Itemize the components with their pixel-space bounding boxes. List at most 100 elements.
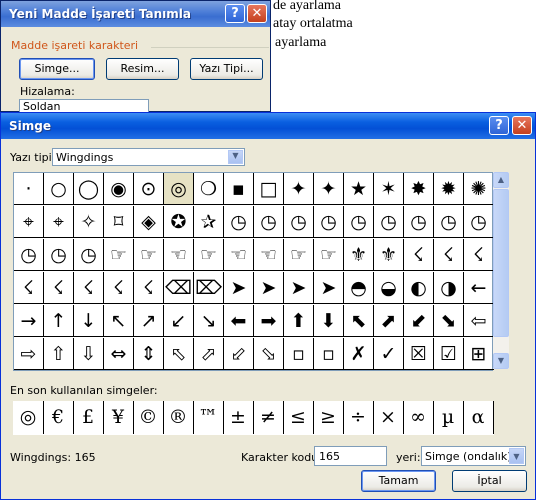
symbol-grid-scrollbar[interactable]: ▲ ▼ bbox=[493, 172, 509, 369]
symbol-cell[interactable]: ➤ bbox=[224, 272, 254, 304]
symbol-cell[interactable]: ✗ bbox=[344, 338, 374, 370]
from-select[interactable]: Simge (ondalık) ▼ bbox=[421, 446, 526, 466]
symbol-cell[interactable]: ✸ bbox=[404, 173, 434, 205]
symbol-cell[interactable]: ◓ bbox=[344, 272, 374, 304]
symbol-cell[interactable]: ◷ bbox=[344, 206, 374, 238]
symbol-cell[interactable]: ← bbox=[464, 272, 494, 304]
symbol-cell[interactable]: ☒ bbox=[404, 338, 434, 370]
close-button[interactable]: ✕ bbox=[247, 4, 267, 23]
symbol-cell[interactable]: ⬊ bbox=[434, 305, 464, 337]
symbol-cell[interactable]: ⬉ bbox=[344, 305, 374, 337]
symbol-cell[interactable]: ◷ bbox=[434, 206, 464, 238]
symbol-cell[interactable]: ↘ bbox=[194, 305, 224, 337]
symbol-cell[interactable]: ☞ bbox=[314, 239, 344, 271]
symbol-cell[interactable]: ☇ bbox=[134, 272, 164, 304]
symbol-cell[interactable]: ◷ bbox=[74, 239, 104, 271]
symbol-cell[interactable]: ○ bbox=[44, 173, 74, 205]
symbol-cell[interactable]: ⬁ bbox=[164, 338, 194, 370]
symbol-cell[interactable]: ◷ bbox=[224, 206, 254, 238]
symbol-cell[interactable]: ◷ bbox=[254, 206, 284, 238]
symbol-cell[interactable]: ◒ bbox=[374, 272, 404, 304]
symbol-cell[interactable]: ⬈ bbox=[374, 305, 404, 337]
symbol-cell[interactable]: ▫ bbox=[314, 338, 344, 370]
symbol-cell[interactable]: ⌑ bbox=[104, 206, 134, 238]
character-code-input[interactable]: 165 bbox=[314, 446, 387, 466]
font-button[interactable]: Yazı Tipi... bbox=[190, 58, 263, 80]
symbol-cell[interactable]: ⊞ bbox=[464, 338, 494, 370]
symbol-cell[interactable]: ⬂ bbox=[254, 338, 284, 370]
symbol-cell[interactable]: ⬋ bbox=[404, 305, 434, 337]
symbol-cell[interactable]: ⇕ bbox=[134, 338, 164, 370]
recent-symbol-cell[interactable]: ¥ bbox=[103, 401, 134, 434]
symbol-cell[interactable]: □ bbox=[254, 173, 284, 205]
recent-symbol-cell[interactable]: ≥ bbox=[313, 401, 344, 434]
symbol-cell[interactable]: ◷ bbox=[464, 206, 494, 238]
recent-symbol-cell[interactable]: α bbox=[463, 401, 494, 434]
symbol-cell[interactable]: ⚜ bbox=[344, 239, 374, 271]
symbol-cell[interactable]: ◷ bbox=[284, 206, 314, 238]
symbol-cell[interactable]: ☜ bbox=[164, 239, 194, 271]
recent-symbol-cell[interactable]: µ bbox=[433, 401, 464, 434]
symbol-cell[interactable]: ↑ bbox=[44, 305, 74, 337]
symbol-cell[interactable]: ◷ bbox=[44, 239, 74, 271]
symbol-cell[interactable]: ☇ bbox=[104, 272, 134, 304]
symbol-cell[interactable]: ☑ bbox=[434, 338, 464, 370]
symbol-cell[interactable]: ⌖ bbox=[14, 206, 44, 238]
symbol-cell[interactable]: ➡ bbox=[254, 305, 284, 337]
symbol-cell[interactable]: ➤ bbox=[254, 272, 284, 304]
symbol-cell[interactable]: ✦ bbox=[314, 173, 344, 205]
symbol-cell[interactable]: ⌫ bbox=[164, 272, 194, 304]
symbol-cell[interactable]: ◷ bbox=[14, 239, 44, 271]
symbol-cell[interactable]: ⇔ bbox=[104, 338, 134, 370]
symbol-cell[interactable]: ◯ bbox=[74, 173, 104, 205]
symbol-cell[interactable]: ▪ bbox=[224, 173, 254, 205]
symbol-cell[interactable]: → bbox=[14, 305, 44, 337]
symbol-cell[interactable]: ☞ bbox=[134, 239, 164, 271]
symbol-cell[interactable]: ⬀ bbox=[194, 338, 224, 370]
symbol-cell[interactable]: ☇ bbox=[44, 272, 74, 304]
recent-symbol-cell[interactable]: × bbox=[373, 401, 404, 434]
symbol-cell[interactable]: ⬅ bbox=[224, 305, 254, 337]
symbol-cell[interactable]: ⬇ bbox=[314, 305, 344, 337]
scrollbar-thumb[interactable] bbox=[493, 189, 509, 337]
symbol-cell[interactable]: ✪ bbox=[164, 206, 194, 238]
help-button[interactable]: ? bbox=[225, 4, 245, 23]
symbol-cell[interactable]: ✶ bbox=[374, 173, 404, 205]
symbol-cell[interactable]: ⬆ bbox=[284, 305, 314, 337]
symbol-cell[interactable]: ⊙ bbox=[134, 173, 164, 205]
symbol-cell[interactable]: ★ bbox=[344, 173, 374, 205]
recent-symbol-cell[interactable]: ± bbox=[223, 401, 254, 434]
symbol-cell[interactable]: ↖ bbox=[104, 305, 134, 337]
symbol-cell[interactable]: ✺ bbox=[464, 173, 494, 205]
symbol-cell[interactable]: ↓ bbox=[74, 305, 104, 337]
symbol-cell[interactable]: ▫ bbox=[284, 338, 314, 370]
symbol-cell[interactable]: ☜ bbox=[224, 239, 254, 271]
symbol-cell[interactable]: ✧ bbox=[74, 206, 104, 238]
symbol-cell[interactable]: ◉ bbox=[104, 173, 134, 205]
symbol-cell[interactable]: ◷ bbox=[314, 206, 344, 238]
picture-button[interactable]: Resim... bbox=[106, 58, 179, 80]
symbol-cell[interactable]: ✹ bbox=[434, 173, 464, 205]
chevron-down-icon[interactable]: ▼ bbox=[228, 150, 243, 164]
symbol-cell[interactable]: ☜ bbox=[254, 239, 284, 271]
symbol-button[interactable]: Simge... bbox=[19, 58, 95, 80]
symbol-cell[interactable]: ⬃ bbox=[224, 338, 254, 370]
symbol-cell[interactable]: ⚜ bbox=[374, 239, 404, 271]
symbol-cell[interactable]: ⇩ bbox=[74, 338, 104, 370]
symbol-cell[interactable]: · bbox=[14, 173, 44, 205]
recent-symbol-cell[interactable]: ∞ bbox=[403, 401, 434, 434]
recent-symbol-cell[interactable]: ÷ bbox=[343, 401, 374, 434]
symbol-cell[interactable]: ◷ bbox=[374, 206, 404, 238]
symbol-cell[interactable]: ✦ bbox=[284, 173, 314, 205]
recent-symbol-cell[interactable]: © bbox=[133, 401, 164, 434]
symbol-cell[interactable]: ◑ bbox=[434, 272, 464, 304]
cancel-button[interactable]: İptal bbox=[452, 470, 527, 492]
symbol-cell[interactable]: ⌦ bbox=[194, 272, 224, 304]
symbol-cell[interactable]: ↙ bbox=[164, 305, 194, 337]
symbol-cell[interactable]: ☞ bbox=[194, 239, 224, 271]
symbol-cell[interactable]: ⌖ bbox=[44, 206, 74, 238]
alignment-select[interactable]: Soldan bbox=[19, 99, 149, 113]
symbol-cell[interactable]: ☞ bbox=[104, 239, 134, 271]
scroll-up-icon[interactable]: ▲ bbox=[493, 172, 509, 188]
symbol-cell[interactable]: ◎ bbox=[164, 173, 194, 205]
